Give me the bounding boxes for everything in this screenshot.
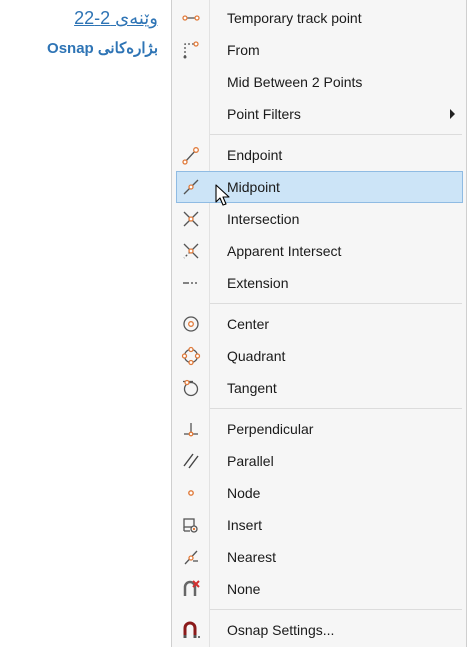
menu-separator	[172, 299, 466, 308]
menu-item-label: Quadrant	[227, 348, 286, 364]
menu-item-from[interactable]: From	[172, 34, 466, 66]
menu-item-insert[interactable]: Insert	[172, 509, 466, 541]
temporary-track-point-icon	[179, 6, 203, 30]
intersection-icon	[179, 207, 203, 231]
perpendicular-icon	[179, 417, 203, 441]
menu-separator	[172, 404, 466, 413]
from-icon	[179, 38, 203, 62]
menu-item-center[interactable]: Center	[172, 308, 466, 340]
menu-item-label: Insert	[227, 517, 263, 533]
menu-item-label: Temporary track point	[227, 10, 362, 26]
mouse-pointer-icon	[215, 184, 231, 213]
endpoint-icon	[179, 143, 203, 167]
insert-icon	[179, 513, 203, 537]
figure-title: بژارەكانی Osnap	[47, 40, 158, 57]
extension-icon	[179, 271, 203, 295]
menu-item-apparent-intersect[interactable]: Apparent Intersect	[172, 235, 466, 267]
menu-item-endpoint[interactable]: Endpoint	[172, 139, 466, 171]
menu-item-label: Tangent	[227, 380, 277, 396]
menu-item-parallel[interactable]: Parallel	[172, 445, 466, 477]
midpoint-icon	[179, 175, 203, 199]
menu-item-label: Osnap Settings...	[227, 622, 335, 638]
menu-item-temporary-track-point[interactable]: Temporary track point	[172, 2, 466, 34]
menu-item-osnap-settings[interactable]: Osnap Settings...	[172, 614, 466, 646]
menu-separator	[172, 130, 466, 139]
figure-label: وێنەی 2-22	[74, 8, 158, 28]
menu-item-label: Node	[227, 485, 261, 501]
nearest-icon	[179, 545, 203, 569]
center-icon	[179, 312, 203, 336]
menu-item-label: Intersection	[227, 211, 300, 227]
menu-item-point-filters[interactable]: Point Filters	[172, 98, 466, 130]
menu-item-tangent[interactable]: Tangent	[172, 372, 466, 404]
menu-item-label: Nearest	[227, 549, 277, 565]
osnap-context-menu: Temporary track point From Mid Between 2…	[171, 0, 467, 647]
apparent-intersect-icon	[179, 239, 203, 263]
figure-caption: وێنەی 2-22 بژارەكانی Osnap	[47, 6, 158, 60]
menu-item-label: From	[227, 42, 260, 58]
menu-item-extension[interactable]: Extension	[172, 267, 466, 299]
menu-item-label: Apparent Intersect	[227, 243, 342, 259]
none-icon	[179, 577, 203, 601]
quadrant-icon	[179, 344, 203, 368]
tangent-icon	[179, 376, 203, 400]
menu-item-label: Parallel	[227, 453, 274, 469]
menu-item-nearest[interactable]: Nearest	[172, 541, 466, 573]
parallel-icon	[179, 449, 203, 473]
menu-item-label: Center	[227, 316, 270, 332]
submenu-arrow-icon	[450, 109, 455, 119]
menu-item-label: None	[227, 581, 261, 597]
node-icon	[179, 481, 203, 505]
menu-item-quadrant[interactable]: Quadrant	[172, 340, 466, 372]
menu-item-node[interactable]: Node	[172, 477, 466, 509]
menu-item-label: Mid Between 2 Points	[227, 74, 363, 90]
menu-item-label: Midpoint	[227, 179, 280, 195]
menu-separator	[172, 605, 466, 614]
menu-item-mid-between-2-points[interactable]: Mid Between 2 Points	[172, 66, 466, 98]
menu-item-none[interactable]: None	[172, 573, 466, 605]
osnap-settings-icon	[179, 618, 203, 642]
menu-item-label: Perpendicular	[227, 421, 314, 437]
menu-item-label: Endpoint	[227, 147, 283, 163]
menu-item-label: Point Filters	[227, 106, 301, 122]
menu-item-label: Extension	[227, 275, 289, 291]
menu-item-perpendicular[interactable]: Perpendicular	[172, 413, 466, 445]
